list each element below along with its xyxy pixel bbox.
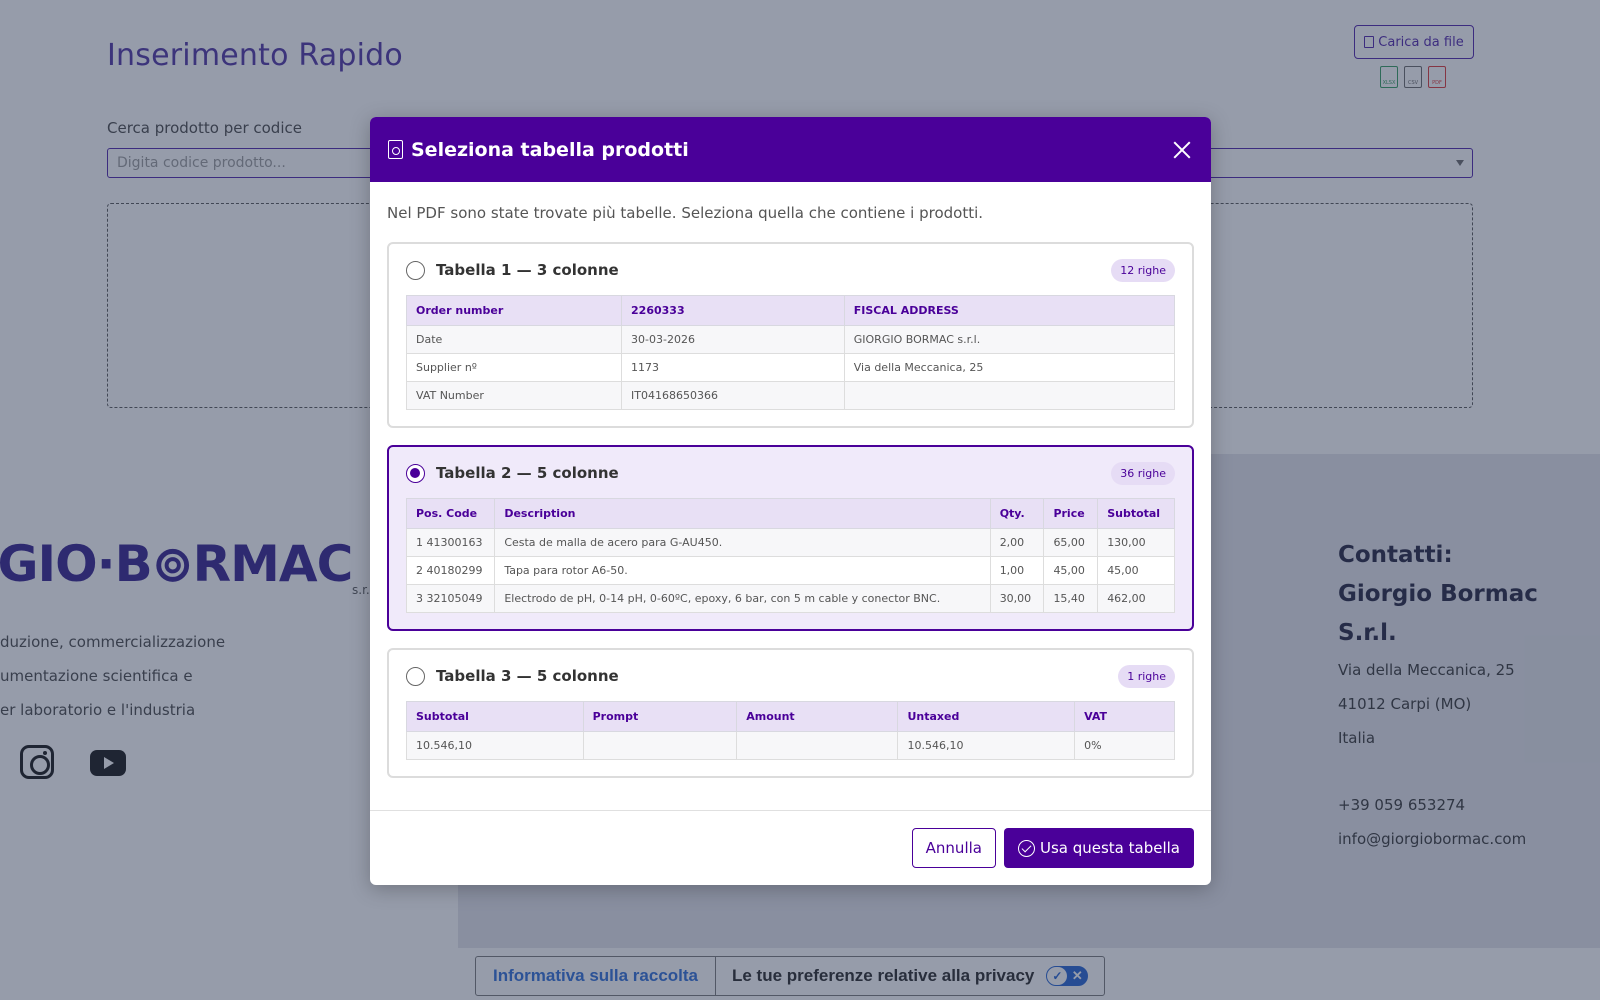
table-option-header: Tabella 1 — 3 colonne 12 righe — [406, 256, 1175, 284]
table-header-cell: Price — [1043, 498, 1099, 529]
table-header-cell: Qty. — [989, 498, 1045, 529]
table-row: Supplier nº 1173 Via della Meccanica, 25 — [405, 353, 1176, 382]
use-table-label: Usa questa tabella — [1039, 839, 1180, 857]
table-cell: 30,00 — [989, 584, 1045, 613]
table-cell: 45,00 — [1043, 556, 1099, 585]
table-cell: 65,00 — [1043, 528, 1099, 557]
table-option-3[interactable]: Tabella 3 — 5 colonne 1 righe Subtotal Prom… — [387, 648, 1194, 778]
table-header-row: Order number 2260333 FISCAL ADDRESS — [405, 295, 1176, 326]
table-cell: 30-03-2026 — [621, 325, 845, 354]
table-preview: Subtotal Prompt Amount Untaxed VAT 10.546,10 1… — [406, 701, 1175, 760]
table-option-2[interactable]: Tabella 2 — 5 colonne 36 righe Pos. Code De… — [387, 445, 1194, 631]
select-table-modal: Seleziona tabella prodotti Nel PDF sono … — [370, 117, 1211, 885]
table-cell: 462,00 — [1097, 584, 1175, 613]
check-circle-icon — [1017, 839, 1035, 857]
table-row: 1 41300163 Cesta de malla de acero para G… — [405, 528, 1175, 557]
table-cell: 130,00 — [1097, 528, 1175, 557]
table-cell: GIORGIO BORMAC s.r.l. — [843, 325, 1176, 354]
table-cell: 15,40 — [1043, 584, 1099, 613]
table-header-cell: FISCAL ADDRESS — [843, 295, 1176, 326]
table-preview: Pos. Code Description Qty. Price Subtotal 1 4… — [405, 498, 1175, 613]
table-row: 10.546,10 10.546,10 0% — [406, 731, 1175, 760]
table-header-cell: VAT — [1074, 701, 1175, 732]
table-cell: Via della Meccanica, 25 — [843, 353, 1176, 382]
table-option-header: Tabella 3 — 5 colonne 1 righe — [406, 662, 1175, 690]
table-header-cell: Subtotal — [1097, 498, 1175, 529]
row-count-badge: 1 righe — [1118, 664, 1175, 688]
table-option-title: Tabella 1 — 3 colonne — [436, 261, 619, 279]
table-cell: VAT Number — [405, 381, 623, 410]
table-cell — [582, 731, 738, 760]
modal-title: Seleziona tabella prodotti — [411, 138, 689, 161]
table-cell: Supplier nº — [405, 353, 623, 382]
table-cell: 45,00 — [1097, 556, 1175, 585]
table-cell: 2 40180299 — [405, 556, 496, 585]
table-row: VAT Number IT04168650366 — [405, 381, 1176, 410]
table-radio-1[interactable] — [406, 260, 425, 280]
table-header-row: Pos. Code Description Qty. Price Subtotal — [405, 498, 1175, 529]
table-row: 3 32105049 Electrodo de pH, 0-14 pH, 0-60… — [405, 584, 1175, 613]
row-count-badge: 36 righe — [1111, 461, 1175, 485]
table-cell: 10.546,10 — [406, 731, 584, 760]
table-options: Tabella 1 — 3 colonne 12 righe Order numbe… — [387, 242, 1194, 778]
table-cell: 3 32105049 — [405, 584, 496, 613]
cancel-button[interactable]: Annulla — [911, 828, 996, 868]
modal-footer: Annulla Usa questa tabella — [370, 810, 1211, 885]
table-cell: 2,00 — [989, 528, 1045, 557]
table-option-title: Tabella 3 — 5 colonne — [436, 667, 619, 685]
table-radio-2[interactable] — [406, 463, 425, 483]
table-cell: 10.546,10 — [897, 731, 1076, 760]
modal-intro: Nel PDF sono state trovate più tabelle. … — [387, 204, 984, 222]
table-header-cell: Description — [494, 498, 991, 529]
table-header-cell: Pos. Code — [405, 498, 496, 529]
table-header-cell: Subtotal — [406, 701, 584, 732]
table-cell: 1173 — [621, 353, 845, 382]
table-row: 2 40180299 Tapa para rotor A6-50. 1,00 45,0… — [405, 556, 1175, 585]
table-cell — [736, 731, 899, 760]
modal-header: Seleziona tabella prodotti — [370, 117, 1211, 182]
table-header-row: Subtotal Prompt Amount Untaxed VAT — [406, 701, 1175, 732]
table-cell: Date — [405, 325, 623, 354]
table-cell: 1 41300163 — [405, 528, 496, 557]
table-cell: Tapa para rotor A6-50. — [494, 556, 991, 585]
table-header-cell: Untaxed — [897, 701, 1076, 732]
modal-body: Nel PDF sono state trovate più tabelle. … — [370, 182, 1211, 778]
close-icon[interactable] — [1171, 139, 1193, 161]
pdf-icon — [388, 140, 403, 159]
row-count-badge: 12 righe — [1111, 258, 1175, 282]
table-header-cell: Prompt — [582, 701, 738, 732]
table-header-cell: Order number — [405, 295, 623, 326]
table-cell — [843, 381, 1176, 410]
table-cell: Cesta de malla de acero para G-AU450. — [494, 528, 991, 557]
table-header-cell: 2260333 — [621, 295, 845, 326]
table-preview: Order number 2260333 FISCAL ADDRESS Date 30-… — [405, 295, 1176, 410]
table-cell: 1,00 — [989, 556, 1045, 585]
table-option-header: Tabella 2 — 5 colonne 36 righe — [406, 459, 1175, 487]
table-radio-3[interactable] — [406, 666, 425, 686]
table-option-title: Tabella 2 — 5 colonne — [436, 464, 619, 482]
table-cell: Electrodo de pH, 0-14 pH, 0-60ºC, epoxy,… — [494, 584, 991, 613]
use-table-button[interactable]: Usa questa tabella — [1003, 828, 1194, 868]
table-row: Date 30-03-2026 GIORGIO BORMAC s.r.l. — [405, 325, 1176, 354]
table-option-1[interactable]: Tabella 1 — 3 colonne 12 righe Order numbe… — [387, 242, 1194, 428]
table-cell: IT04168650366 — [621, 381, 845, 410]
table-header-cell: Amount — [736, 701, 899, 732]
table-cell: 0% — [1074, 731, 1175, 760]
